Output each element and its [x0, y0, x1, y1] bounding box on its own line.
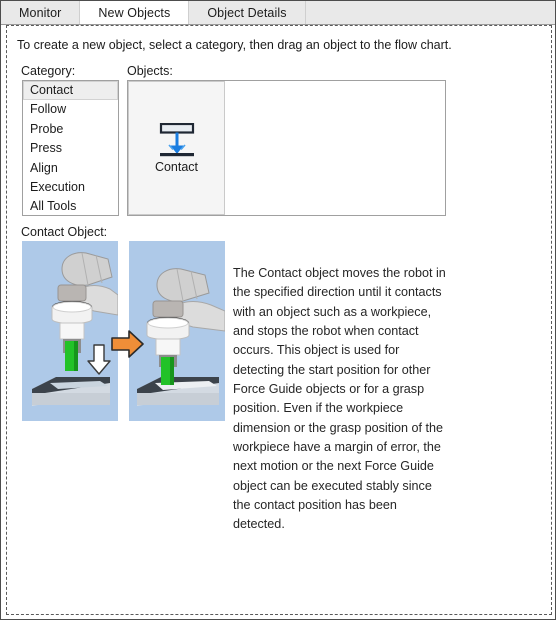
contact-arrow-icon: [155, 122, 199, 157]
category-item-press[interactable]: Press: [23, 139, 118, 158]
tab-object-details-label: Object Details: [207, 5, 287, 20]
objects-label: Objects:: [127, 64, 173, 78]
tab-new-objects-label: New Objects: [98, 5, 171, 20]
robot-before-contact-image: [22, 241, 118, 421]
force-guide-window: Monitor New Objects Object Details To cr…: [0, 0, 556, 620]
category-item-align-label: Align: [30, 160, 58, 175]
category-label: Category:: [21, 64, 76, 78]
new-objects-panel: To create a new object, select a categor…: [6, 25, 552, 615]
category-item-contact-label: Contact: [30, 83, 74, 97]
category-item-press-label: Press: [30, 141, 62, 156]
category-item-follow[interactable]: Follow: [23, 100, 118, 119]
object-description: The Contact object moves the robot in th…: [233, 266, 446, 532]
category-item-probe-label: Probe: [30, 121, 64, 136]
tab-monitor-label: Monitor: [19, 5, 62, 20]
category-item-contact[interactable]: Contact: [23, 81, 118, 101]
category-item-align[interactable]: Align: [23, 159, 118, 178]
intro-text: To create a new object, select a categor…: [17, 38, 452, 52]
category-item-probe[interactable]: Probe: [23, 120, 118, 139]
category-item-all-tools[interactable]: All Tools: [23, 197, 118, 215]
category-item-follow-label: Follow: [30, 102, 67, 117]
object-tile-contact-label: Contact: [154, 159, 199, 174]
category-item-all-tools-label: All Tools: [30, 199, 77, 214]
contact-object-illustrations: [22, 241, 227, 421]
tab-strip-filler: [305, 1, 555, 24]
object-tile-contact[interactable]: Contact: [128, 81, 225, 215]
tab-new-objects[interactable]: New Objects: [80, 1, 190, 24]
tab-strip: Monitor New Objects Object Details: [1, 1, 555, 25]
category-list[interactable]: Contact Follow Probe Press Align Executi…: [22, 80, 119, 216]
tab-object-details[interactable]: Object Details: [189, 1, 306, 24]
category-item-execution[interactable]: Execution: [23, 178, 118, 197]
contact-object-label: Contact Object:: [21, 225, 108, 239]
category-item-execution-label: Execution: [30, 179, 85, 194]
tab-monitor[interactable]: Monitor: [1, 1, 81, 24]
objects-panel: Contact: [127, 80, 446, 216]
orange-right-arrow-icon: [110, 329, 145, 359]
